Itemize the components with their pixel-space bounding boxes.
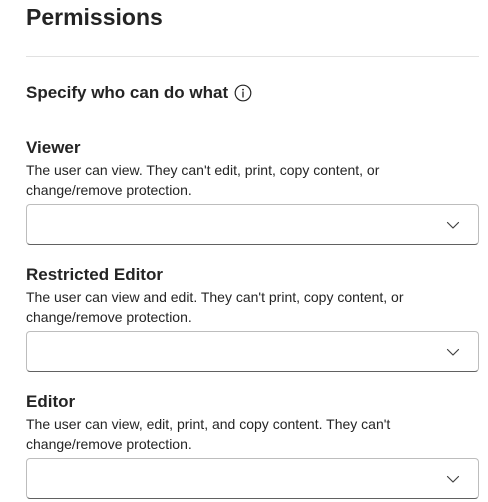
role-description: The user can view and edit. They can't p…: [26, 289, 404, 325]
chevron-down-icon: [446, 348, 460, 356]
role-description: The user can view. They can't edit, prin…: [26, 162, 380, 198]
info-icon[interactable]: [234, 84, 252, 102]
role-title: Restricted Editor: [26, 265, 163, 284]
role-title: Viewer: [26, 138, 81, 157]
chevron-down-icon: [446, 221, 460, 229]
section-heading: Specify who can do what: [26, 81, 252, 105]
editor-dropdown[interactable]: [26, 458, 479, 499]
section-heading-label: Specify who can do what: [26, 83, 229, 102]
chevron-down-icon: [446, 475, 460, 483]
divider: [26, 56, 479, 57]
viewer-dropdown[interactable]: [26, 204, 479, 245]
restricted-editor-dropdown[interactable]: [26, 331, 479, 372]
page-title: Permissions: [26, 4, 163, 30]
role-viewer: Viewer The user can view. They can't edi…: [26, 137, 479, 245]
permissions-panel: Permissions Specify who can do what View…: [26, 0, 479, 502]
role-title: Editor: [26, 392, 76, 411]
role-editor: Editor The user can view, edit, print, a…: [26, 391, 479, 499]
role-description: The user can view, edit, print, and copy…: [26, 416, 391, 452]
role-restricted-editor: Restricted Editor The user can view and …: [26, 264, 479, 372]
